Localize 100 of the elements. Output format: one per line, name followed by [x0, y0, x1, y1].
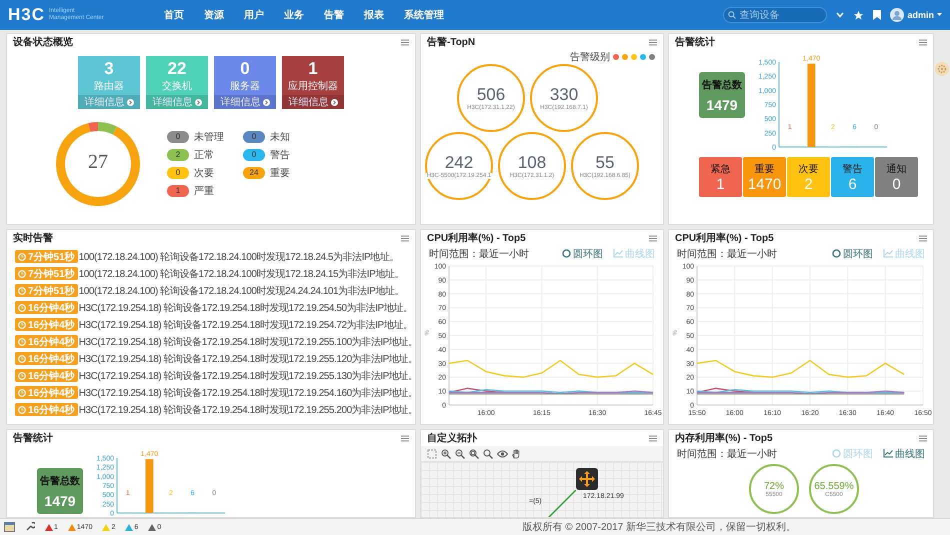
user-name[interactable]: admin	[907, 10, 934, 20]
zoom-out-icon[interactable]	[455, 448, 465, 458]
severity-label: 警告	[842, 162, 862, 176]
device-type-label: 交换机	[162, 80, 192, 94]
alarm-count: 108	[518, 153, 546, 172]
clock-icon	[18, 304, 26, 312]
logo: H3C	[8, 5, 46, 25]
legend-label: 告警级别	[570, 50, 610, 64]
arrow-circle-icon	[330, 98, 338, 106]
alarm-message[interactable]: 100(172.18.24.100) 轮询设备172.18.24.100时发现172.18.24.5为非法IP地址。	[78, 250, 399, 264]
arrow-circle-icon	[126, 98, 134, 106]
alarm-message[interactable]: H3C(172.19.254.18) 轮询设备172.19.254.18时发现172.19.255.130为非法IP地址。	[78, 368, 415, 382]
severity-label: 通知	[886, 162, 906, 176]
alarm-age-badge: 16分钟4秒	[15, 352, 78, 365]
menu-icon[interactable]	[401, 38, 409, 46]
link-line	[548, 490, 576, 517]
severity-tile[interactable]: 重要 1470	[743, 157, 786, 197]
alarm-message[interactable]: H3C(172.19.254.18) 轮询设备172.19.254.18时发现172.19.254.72为非法IP地址。	[78, 318, 412, 332]
alarm-message[interactable]: H3C(172.19.254.18) 轮询设备172.19.254.18时发现172.19.255.120为非法IP地址。	[78, 352, 415, 366]
alarm-message[interactable]: H3C(172.19.254.18) 轮询设备172.19.254.18时发现172.19.254.50为非法IP地址。	[78, 300, 412, 314]
alarm-age-badge: 16分钟4秒	[15, 301, 78, 314]
alarm-message[interactable]: H3C(172.19.254.18) 轮询设备172.19.254.18时发现172.19.254.160为非法IP地址。	[78, 386, 415, 400]
arrow-circle-icon	[194, 98, 202, 106]
nav-link[interactable]: 用户	[244, 6, 264, 24]
zoom-fit-icon[interactable]	[469, 448, 479, 458]
search-icon[interactable]	[483, 448, 493, 458]
gear-icon[interactable]	[935, 62, 949, 76]
alarm-triangle-icon[interactable]	[45, 524, 53, 530]
status-label: 严重	[194, 184, 214, 198]
eye-icon[interactable]	[497, 450, 508, 458]
ring-icon	[832, 249, 841, 258]
ring-icon	[832, 449, 841, 458]
nav-link[interactable]: 系统管理	[404, 6, 444, 24]
details-link[interactable]: 详细信息	[282, 95, 344, 109]
select-box-icon[interactable]	[427, 448, 437, 458]
chart-bar	[146, 459, 154, 513]
alarm-message[interactable]: H3C(172.19.254.18) 轮询设备172.19.254.18时发现172.19.255.100为非法IP地址。	[78, 334, 415, 348]
device-count: 3	[104, 58, 114, 79]
total-value: 1479	[706, 96, 738, 112]
star-icon[interactable]	[853, 10, 864, 20]
severity-tile[interactable]: 次要 2	[787, 157, 830, 197]
hand-icon[interactable]	[512, 448, 521, 458]
severity-tile[interactable]: 紧急 1	[699, 157, 742, 197]
ring-icon	[562, 249, 571, 258]
alarm-count: 330	[550, 85, 578, 104]
nav-link[interactable]: 资源	[204, 6, 224, 24]
nav-link[interactable]: 告警	[324, 6, 344, 24]
donut-total: 27	[87, 151, 109, 174]
severity-count: 2	[804, 176, 813, 192]
alarm-message[interactable]: 100(172.18.24.100) 轮询设备172.18.24.100时发现172.18.24.15为非法IP地址。	[78, 266, 404, 280]
severity-tile[interactable]: 警告 6	[831, 157, 874, 197]
alarm-triangle-icon[interactable]	[125, 524, 134, 530]
panel-title: 内存利用率(%) - Top5	[675, 431, 773, 445]
menu-icon[interactable]	[649, 434, 657, 442]
chevron-down-icon[interactable]	[836, 12, 844, 18]
view-toggle-button[interactable]: 圆环图	[832, 246, 873, 260]
caret-icon	[937, 13, 942, 17]
zoom-in-icon[interactable]	[441, 448, 451, 458]
severity-tile[interactable]: 通知 0	[875, 157, 918, 197]
menu-icon[interactable]	[649, 234, 657, 242]
status-label: 正常	[194, 148, 214, 162]
bookmark-icon[interactable]	[873, 10, 882, 20]
nav-link[interactable]: 报表	[364, 6, 384, 24]
menu-icon[interactable]	[401, 234, 409, 242]
nav-link[interactable]: 业务	[284, 6, 304, 24]
severity-count: 6	[848, 176, 857, 192]
details-link[interactable]: 详细信息	[214, 95, 276, 109]
menu-icon[interactable]	[649, 38, 657, 46]
status-label: 未知	[270, 130, 290, 144]
panel-title: 告警统计	[675, 36, 715, 49]
menu-icon[interactable]	[919, 434, 927, 442]
alarm-triangle-icon[interactable]	[148, 524, 156, 530]
window-icon[interactable]	[4, 522, 15, 532]
alarm-count: 506	[476, 85, 506, 104]
move-arrows-icon	[579, 471, 595, 487]
alarm-age-badge: 16分钟4秒	[15, 318, 78, 331]
search-icon	[728, 11, 736, 19]
alarm-age-badge: 7分钟51秒	[15, 267, 78, 280]
copyright-text: 版权所有 © 2007-2017 新华三技术有限公司，保留一切权利。	[522, 520, 796, 534]
alarm-message[interactable]: H3C(172.19.254.18) 轮询设备172.19.254.18时发现172.19.255.200为非法IP地址。	[78, 402, 415, 416]
clock-icon	[18, 388, 26, 396]
menu-icon[interactable]	[919, 38, 927, 46]
panel-title: 实时告警	[13, 231, 53, 245]
menu-icon[interactable]	[401, 434, 409, 442]
alarm-triangle-icon[interactable]	[68, 524, 76, 530]
device-count: 0	[240, 58, 250, 79]
device-node[interactable]	[576, 468, 598, 490]
clock-icon	[18, 372, 26, 380]
search-field[interactable]: 查询设备	[723, 7, 828, 23]
status-count-pill: 0	[167, 167, 189, 179]
alarm-message[interactable]: 100(172.18.24.100) 轮询设备172.18.24.100时发现24.24.24.101为非法IP地址。	[78, 284, 404, 298]
view-toggle-button[interactable]: 曲线图	[883, 446, 925, 460]
panel-title: CPU利用率(%) - Top5	[427, 231, 526, 245]
alarm-count: 55	[596, 153, 614, 172]
arrow-circle-icon	[262, 98, 270, 106]
nav-link[interactable]: 首页	[164, 6, 184, 24]
device-type-label: 应用控制器	[288, 80, 338, 94]
menu-icon[interactable]	[919, 234, 927, 242]
view-toggle-button[interactable]: 圆环图	[562, 246, 603, 260]
avatar-icon	[890, 8, 904, 22]
